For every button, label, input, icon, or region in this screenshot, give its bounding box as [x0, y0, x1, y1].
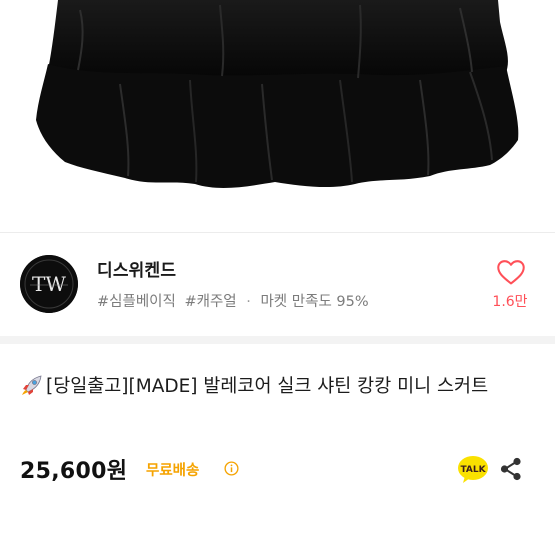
- skirt-photo: [36, 0, 519, 188]
- product-image[interactable]: [0, 0, 555, 232]
- product-title: [당일출고][MADE] 발레코어 실크 샤틴 캉캉 미니 스커트: [20, 373, 535, 401]
- shop-logo-icon: TW: [20, 255, 78, 313]
- product-price: 25,600원: [20, 459, 128, 484]
- market-satisfaction: 마켓 만족도 95%: [260, 294, 369, 310]
- product-title-text: [당일출고][MADE] 발레코어 실크 샤틴 캉캉 미니 스커트: [46, 376, 489, 397]
- rocket-icon: [22, 375, 42, 395]
- talk-label: TALK: [460, 465, 486, 475]
- share-icon[interactable]: [498, 456, 524, 482]
- like-count: 1.6만: [492, 294, 528, 310]
- heart-outline-icon: [497, 260, 525, 285]
- info-icon[interactable]: [224, 461, 239, 476]
- shop-avatar[interactable]: TW: [20, 255, 78, 313]
- section-divider: [0, 336, 555, 344]
- free-shipping-badge: 무료배송: [146, 463, 200, 479]
- divider: [0, 232, 555, 233]
- shop-tag[interactable]: #캐주얼: [184, 294, 236, 310]
- svg-text:TW: TW: [32, 272, 66, 296]
- kakaotalk-icon[interactable]: TALK: [457, 455, 489, 485]
- shop-tags: #심플베이직 #캐주얼 · 마켓 만족도 95%: [97, 290, 369, 311]
- like-button[interactable]: [494, 258, 528, 290]
- shop-tag[interactable]: #심플베이직: [97, 294, 176, 310]
- tag-separator: ·: [246, 294, 251, 310]
- shop-name[interactable]: 디스위켄드: [97, 256, 176, 281]
